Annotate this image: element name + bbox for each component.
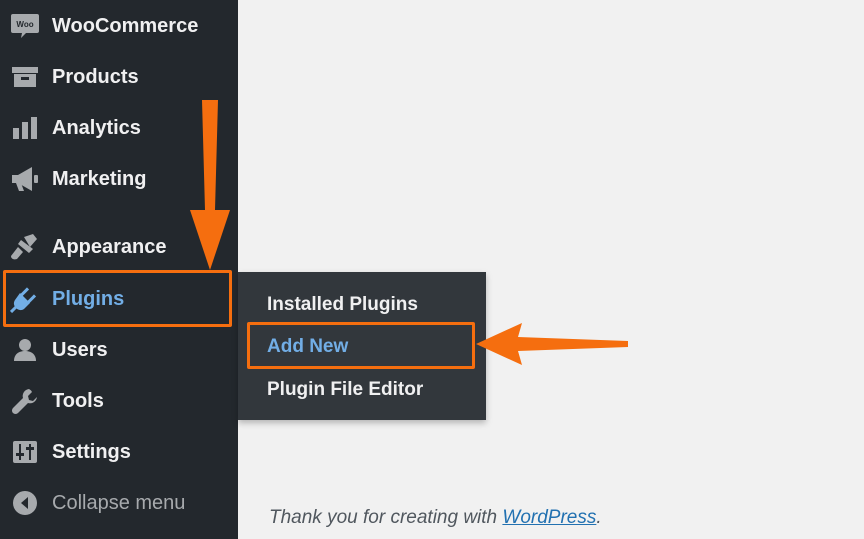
woo-icon-text: Woo — [16, 20, 33, 29]
footer-credit: Thank you for creating with WordPress. — [269, 507, 602, 529]
plugins-highlight-box — [3, 270, 232, 327]
sidebar-item-label: WooCommerce — [52, 14, 199, 37]
add-new-highlight-box — [247, 322, 475, 369]
submenu-plugin-file-editor[interactable]: Plugin File Editor — [267, 379, 423, 401]
sidebar-item-woocommerce[interactable]: Woo WooCommerce — [0, 1, 238, 51]
megaphone-icon — [10, 164, 40, 194]
footer-text-after: . — [596, 507, 602, 528]
archive-icon — [10, 62, 40, 92]
user-icon — [10, 335, 40, 365]
sidebar-item-label: Appearance — [52, 235, 167, 258]
left-arrow-annotation — [476, 323, 628, 365]
submenu-installed-plugins[interactable]: Installed Plugins — [267, 294, 418, 316]
collapse-menu-button[interactable]: Collapse menu — [0, 478, 238, 528]
sidebar-item-label: Tools — [52, 389, 104, 412]
sidebar-item-label: Marketing — [52, 167, 147, 190]
sliders-icon — [10, 437, 40, 467]
sidebar-item-label: Settings — [52, 440, 131, 463]
sidebar-item-users[interactable]: Users — [0, 325, 238, 375]
collapse-arrow-icon — [10, 488, 40, 518]
wrench-icon — [10, 386, 40, 416]
sidebar-item-label: Users — [52, 338, 108, 361]
wordpress-link[interactable]: WordPress — [502, 507, 596, 528]
sidebar-item-label: Collapse menu — [52, 491, 186, 514]
down-arrow-annotation — [190, 100, 230, 270]
sidebar-item-tools[interactable]: Tools — [0, 376, 238, 426]
sidebar-item-settings[interactable]: Settings — [0, 427, 238, 477]
woo-icon: Woo — [10, 11, 40, 41]
footer-text-before: Thank you for creating with — [269, 507, 503, 528]
paintbrush-icon — [10, 232, 40, 262]
sidebar-item-label: Analytics — [52, 116, 141, 139]
bar-chart-icon — [10, 113, 40, 143]
sidebar-item-label: Products — [52, 65, 139, 88]
sidebar-item-products[interactable]: Products — [0, 52, 238, 102]
